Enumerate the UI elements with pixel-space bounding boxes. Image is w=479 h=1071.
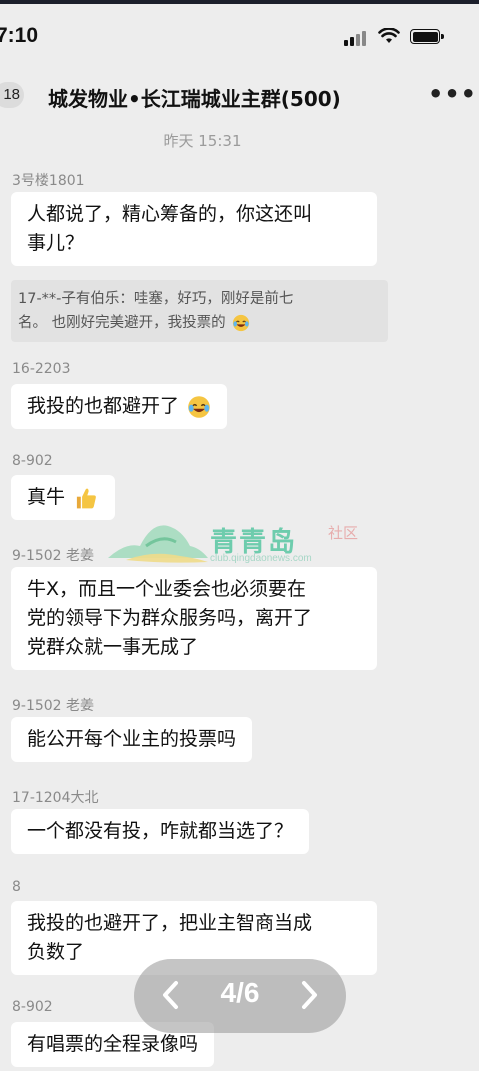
signal-icon bbox=[344, 30, 370, 46]
message-sender: 17-1204大北 bbox=[12, 790, 99, 806]
watermark-url: club.qingdaonews.com bbox=[210, 553, 312, 564]
message-line: 能公开每个业主的投票吗 bbox=[27, 728, 237, 750]
message-sender: 8 bbox=[12, 879, 21, 895]
message-sender: 16-2203 bbox=[12, 361, 71, 377]
message-line: 我投的也都避开了 bbox=[27, 395, 180, 417]
page-counter: 4/6 bbox=[220, 977, 260, 1008]
quote-line: 名。 也刚好完美避开，我投票的 bbox=[18, 315, 226, 331]
thumbs-up-emoji-icon bbox=[76, 488, 96, 508]
more-options-button[interactable]: ••• bbox=[428, 82, 477, 106]
message-sender: 8-902 bbox=[12, 453, 53, 469]
message-bubble[interactable]: 牛X，而且一个业委会也必须要在 党的领导下为群众服务吗，离开了 党群众就一事无成… bbox=[11, 567, 377, 670]
message-sender: 3号楼1801 bbox=[12, 173, 85, 189]
wifi-icon bbox=[378, 28, 400, 43]
message-line: 人都说了，精心筹备的，你这还叫 bbox=[27, 203, 313, 225]
quote-line-wrap: 名。 也刚好完美避开，我投票的 bbox=[18, 311, 381, 335]
quote-line: 17-**-子有伯乐：哇塞，好巧，刚好是前七 bbox=[18, 291, 294, 307]
message-bubble[interactable]: 我投的也都避开了 bbox=[11, 384, 228, 429]
chevron-right-icon[interactable] bbox=[294, 977, 324, 1013]
message-line: 事儿？ bbox=[27, 232, 85, 254]
chat-title: 城发物业•长江瑞城业主群(500) bbox=[48, 87, 341, 111]
message-bubble[interactable]: 能公开每个业主的投票吗 bbox=[11, 717, 253, 762]
message-line: 真牛 bbox=[27, 486, 66, 508]
message-sender: 9-1502 老姜 bbox=[12, 698, 95, 714]
laughing-crying-emoji-icon bbox=[233, 314, 250, 332]
message-bubble[interactable]: 真牛 bbox=[11, 475, 116, 520]
laughing-crying-emoji-icon bbox=[188, 395, 210, 418]
message-bubble[interactable]: 一个都没有投，咋就都当选了？ bbox=[11, 809, 310, 854]
message-line: 党的领导下为群众服务吗，离开了 bbox=[27, 607, 313, 629]
message-sender: 8-902 bbox=[12, 999, 53, 1015]
message-sender: 9-1502 老姜 bbox=[12, 548, 95, 564]
chat-header: 18 城发物业•长江瑞城业主群(500) ••• bbox=[0, 66, 479, 124]
message-line: 牛X，而且一个业委会也必须要在 bbox=[27, 578, 307, 600]
status-time: 7:10 bbox=[0, 24, 39, 47]
chevron-left-icon[interactable] bbox=[156, 977, 186, 1013]
phone-screen: 7:10 18 城发物业•长江瑞城业主群(500) ••• 昨天 15:31 3… bbox=[0, 4, 479, 1071]
message-line: 我投的也避开了，把业主智商当成 bbox=[27, 912, 313, 934]
watermark: 青青岛 社区 club.qingdaonews.com bbox=[106, 514, 376, 570]
message-line: 有唱票的全程录像吗 bbox=[27, 1033, 199, 1055]
message-line: 一个都没有投，咋就都当选了？ bbox=[27, 820, 294, 842]
image-pager: 4/6 bbox=[134, 959, 346, 1033]
timestamp: 昨天 15:31 bbox=[163, 132, 242, 150]
back-button-unread-count[interactable]: 18 bbox=[0, 82, 24, 108]
watermark-logo-icon bbox=[108, 525, 208, 563]
message-list[interactable]: 昨天 15:31 3号楼1801 人都说了，精心筹备的，你这还叫 事儿？ 17-… bbox=[0, 124, 479, 1071]
quoted-message[interactable]: 17-**-子有伯乐：哇塞，好巧，刚好是前七 名。 也刚好完美避开，我投票的 bbox=[11, 280, 388, 342]
status-bar: 7:10 bbox=[0, 4, 479, 66]
message-bubble[interactable]: 人都说了，精心筹备的，你这还叫 事儿？ bbox=[11, 192, 377, 266]
battery-icon bbox=[410, 29, 444, 44]
watermark-tag: 社区 bbox=[328, 524, 359, 542]
message-line: 党群众就一事无成了 bbox=[27, 636, 199, 658]
